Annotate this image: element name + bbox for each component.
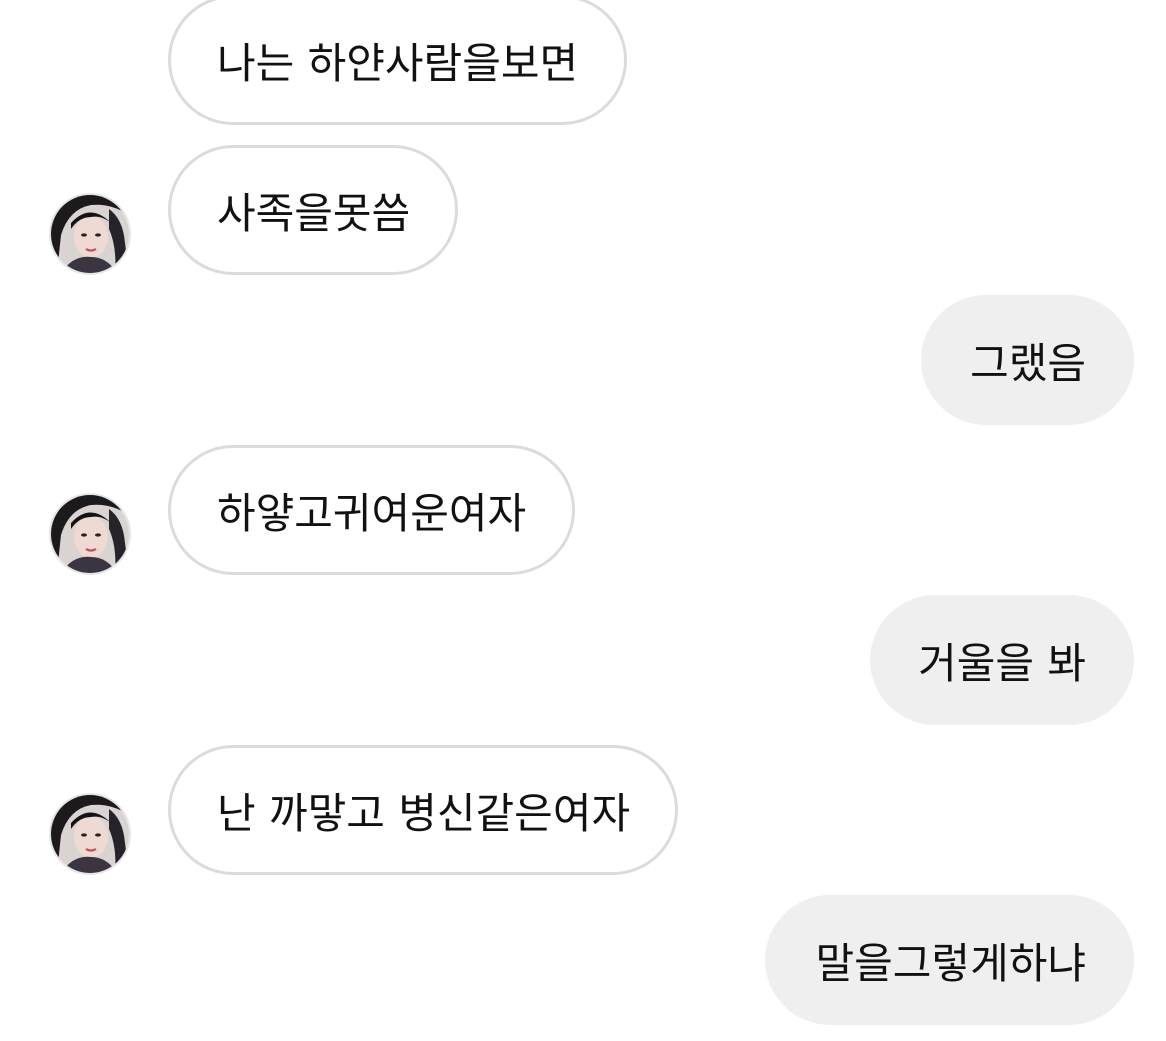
- received-message-bubble[interactable]: 사족을못씀: [168, 145, 458, 275]
- received-message-bubble[interactable]: 난 까맣고 병신같은여자: [168, 745, 678, 875]
- message-text: 난 까맣고 병신같은여자: [217, 788, 631, 838]
- sent-message-bubble[interactable]: 거울을 봐: [870, 595, 1134, 725]
- message-text: 사족을못씀: [217, 188, 411, 238]
- sender-avatar-icon[interactable]: [49, 793, 131, 875]
- message-text: 나는 하얀사람을보면: [217, 38, 579, 88]
- sender-avatar-icon[interactable]: [49, 193, 131, 275]
- sent-message-bubble[interactable]: 말을그렇게하냐: [765, 895, 1134, 1025]
- received-message-bubble[interactable]: 하얗고귀여운여자: [168, 445, 575, 575]
- message-text: 말을그렇게하냐: [815, 938, 1086, 988]
- sent-message-bubble[interactable]: 그랬음: [921, 295, 1134, 425]
- received-message-bubble[interactable]: 나는 하얀사람을보면: [168, 0, 627, 125]
- message-text: 하얗고귀여운여자: [217, 488, 527, 538]
- message-text: 그랬음: [970, 338, 1086, 388]
- message-text: 거울을 봐: [918, 638, 1086, 688]
- sender-avatar-icon[interactable]: [49, 493, 131, 575]
